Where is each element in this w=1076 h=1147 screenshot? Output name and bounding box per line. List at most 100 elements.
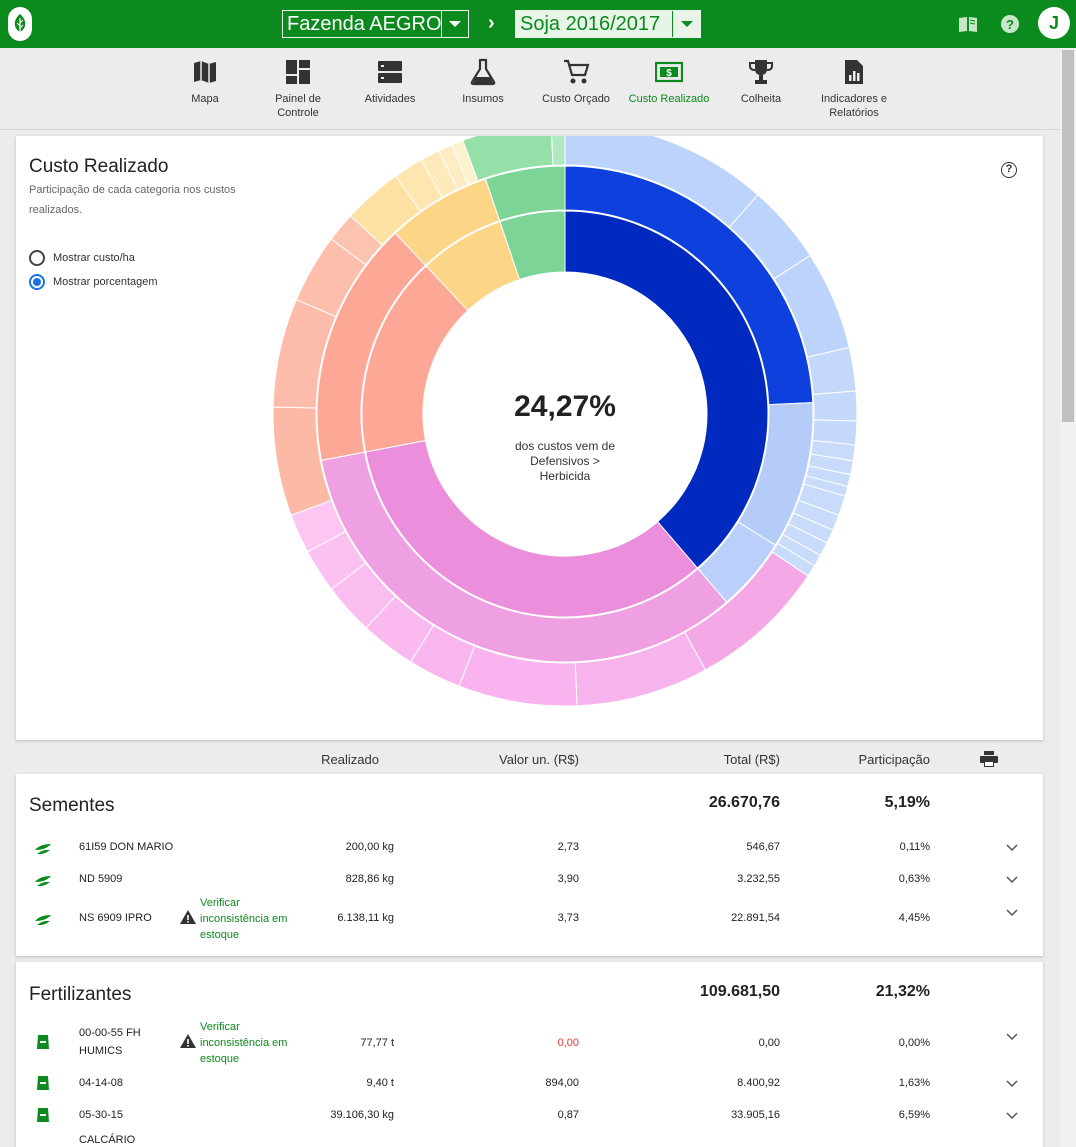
category-share: 21,32% <box>875 983 930 1000</box>
cell-total: 0,00 <box>758 1037 780 1049</box>
table-row[interactable]: CALCÁRIO <box>16 1131 1043 1147</box>
cell-share: 4,45% <box>898 912 930 924</box>
table-row[interactable]: 05-30-15 39.106,30 kg 0,87 33.905,16 6,5… <box>16 1105 1043 1125</box>
scrollbar-thumb[interactable] <box>1062 50 1074 422</box>
chevron-down-icon[interactable] <box>1006 1112 1018 1120</box>
header-participacao: Participação <box>858 752 930 767</box>
chevron-down-icon[interactable] <box>1006 876 1018 884</box>
radio-show-cost[interactable]: Mostrar custo/ha <box>29 249 135 267</box>
chevron-down-icon[interactable] <box>1006 1080 1018 1088</box>
user-avatar[interactable]: J <box>1038 7 1070 39</box>
row-name: NS 6909 IPRO <box>79 912 152 924</box>
dollar-icon: $ <box>655 61 683 83</box>
nav-label: Indicadores e Relatórios <box>820 93 888 119</box>
season-dropdown-button[interactable] <box>672 11 700 37</box>
category-card-sementes: Sementes 26.670,76 5,19% 61I59 DON MARIO… <box>16 774 1043 956</box>
table-row[interactable]: ND 5909 828,86 kg 3,90 3.232,55 0,63% <box>16 869 1043 889</box>
farm-dropdown-button[interactable] <box>441 11 468 37</box>
chevron-down-icon[interactable] <box>1006 909 1018 917</box>
seed-icon <box>35 844 51 855</box>
category-total: 109.681,50 <box>699 983 780 1000</box>
seed-icon <box>35 915 51 926</box>
row-name: 61I59 DON MARIO <box>79 841 174 853</box>
row-name: CALCÁRIO <box>79 1134 136 1146</box>
cell-share: 0,00% <box>898 1037 930 1049</box>
nav-item-painel[interactable]: Painel de Controle <box>256 58 340 120</box>
nav-item-custo-orcado[interactable]: Custo Orçado <box>534 58 618 106</box>
table-row[interactable]: NS 6909 IPRO Verificar inconsistência em… <box>16 895 1043 945</box>
row-name: ND 5909 <box>79 873 123 885</box>
farm-selector[interactable]: Fazenda AEGRO <box>282 10 469 38</box>
nav-item-custo-realizado[interactable]: $ Custo Realizado <box>627 58 711 106</box>
book-icon[interactable] <box>958 14 978 34</box>
svg-text:?: ? <box>1006 17 1014 32</box>
cell-valor-un: 0,00 <box>557 1037 579 1049</box>
cell-realizado: 9,40 t <box>366 1077 394 1089</box>
nav-item-mapa[interactable]: Mapa <box>163 58 247 106</box>
nav-label: Custo Realizado <box>628 93 710 105</box>
radio-button[interactable] <box>29 274 45 290</box>
warning-icon <box>180 910 196 924</box>
center-description: dos custos vem de Defensivos > Herbicida <box>514 439 616 483</box>
cell-share: 1,63% <box>898 1077 930 1089</box>
sunburst-chart <box>272 136 858 707</box>
row-name: 00-00-55 FH HUMICS <box>79 1027 141 1057</box>
season-selector[interactable]: Soja 2016/2017 <box>515 10 701 38</box>
nav-item-colheita[interactable]: Colheita <box>719 58 803 106</box>
help-icon[interactable]: ? <box>1001 162 1017 178</box>
row-name: 04-14-08 <box>79 1077 124 1089</box>
cell-total: 8.400,92 <box>737 1077 780 1089</box>
nav-item-insumos[interactable]: Insumos <box>441 58 525 106</box>
table-row[interactable]: 00-00-55 FH HUMICS Verificar inconsistên… <box>16 1019 1043 1069</box>
cell-valor-un: 2,73 <box>557 841 579 853</box>
radio-show-percentage[interactable]: Mostrar porcentagem <box>29 273 158 291</box>
category-title: Fertilizantes <box>29 984 132 1005</box>
caret-down-icon <box>680 21 693 27</box>
table-row[interactable]: 61I59 DON MARIO 200,00 kg 2,73 546,67 0,… <box>16 837 1043 857</box>
map-icon <box>194 61 216 83</box>
trophy-icon <box>749 60 773 84</box>
center-percentage: 24,27% <box>514 390 616 423</box>
leaf-logo-icon[interactable] <box>8 7 32 41</box>
nav-label: Mapa <box>191 93 219 105</box>
row-name: 05-30-15 <box>79 1109 124 1121</box>
outer-ring-segment[interactable] <box>812 390 858 422</box>
cell-valor-un: 894,00 <box>545 1077 579 1089</box>
radio-button[interactable] <box>29 250 45 266</box>
inventory-warning-link[interactable]: Verificar inconsistência em estoque <box>200 1019 290 1067</box>
cell-realizado: 828,86 kg <box>345 873 394 885</box>
nav-label: Insumos <box>462 93 504 105</box>
chevron-down-icon[interactable] <box>1006 1033 1018 1041</box>
activities-icon <box>378 61 402 83</box>
chart-card: Custo Realizado Participação de cada cat… <box>16 136 1043 740</box>
cell-realizado: 6.138,11 kg <box>337 912 394 924</box>
table-row[interactable]: 04-14-08 9,40 t 894,00 8.400,92 1,63% <box>16 1073 1043 1093</box>
header-total: Total (R$) <box>723 752 780 767</box>
header-valor-un: Valor un. (R$) <box>499 752 579 767</box>
nav-item-indicadores[interactable]: Indicadores e Relatórios <box>812 58 896 120</box>
chevron-down-icon[interactable] <box>1006 844 1018 852</box>
cell-valor-un: 3,90 <box>557 873 579 885</box>
caret-down-icon <box>449 21 461 27</box>
category-total: 26.670,76 <box>708 794 780 811</box>
cell-share: 0,63% <box>898 873 930 885</box>
category-title: Sementes <box>29 795 115 816</box>
cell-valor-un: 3,73 <box>557 912 579 924</box>
inventory-warning-link[interactable]: Verificar inconsistência em estoque <box>200 895 290 943</box>
scrollbar[interactable] <box>1060 48 1076 1147</box>
nav-label: Atividades <box>364 93 416 105</box>
cell-realizado: 77,77 t <box>360 1037 394 1049</box>
cell-total: 3.232,55 <box>737 873 780 885</box>
top-bar: Fazenda AEGRO › Soja 2016/2017 ? J <box>0 0 1076 48</box>
nav-item-atividades[interactable]: Atividades <box>348 58 432 106</box>
warning-icon <box>180 1034 196 1048</box>
help-icon[interactable]: ? <box>1000 14 1020 34</box>
nav-label: Custo Orçado <box>542 93 610 105</box>
print-icon[interactable] <box>980 751 998 767</box>
category-share: 5,19% <box>884 794 930 811</box>
cell-realizado: 200,00 kg <box>345 841 394 853</box>
chart-subtitle: Participação de cada categoria nos custo… <box>29 184 236 216</box>
category-card-fertilizantes: Fertilizantes 109.681,50 21,32% 00-00-55… <box>16 962 1043 1147</box>
outer-ring-segment[interactable] <box>551 136 566 166</box>
radio-label: Mostrar porcentagem <box>53 276 158 288</box>
